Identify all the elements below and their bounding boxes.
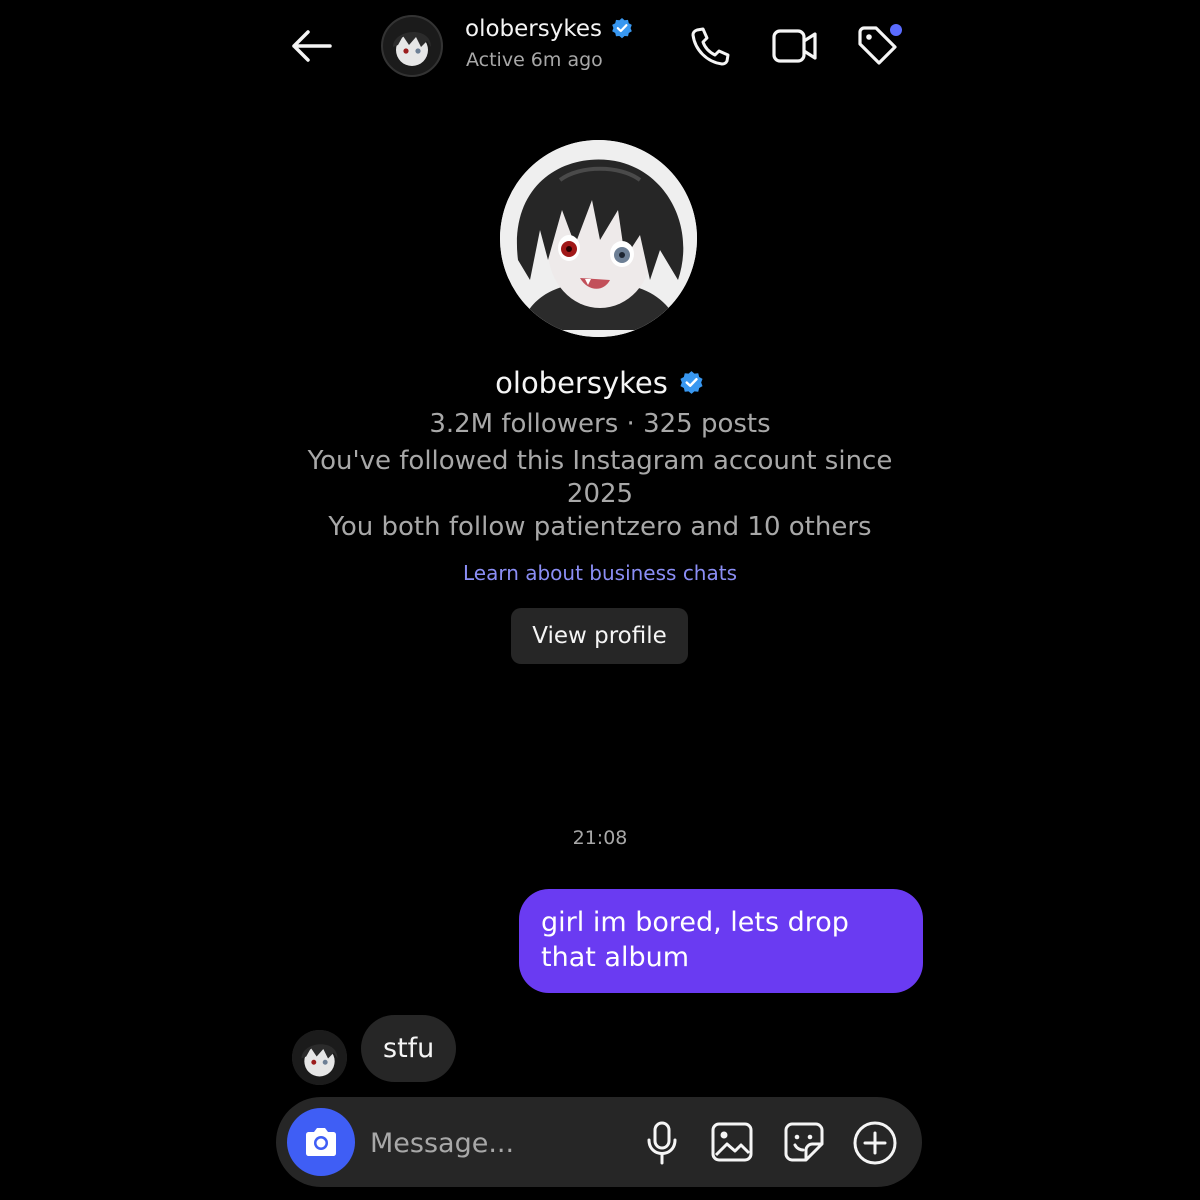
profile-stats: 3.2M followers · 325 posts (429, 409, 771, 439)
sticker-button[interactable] (782, 1120, 826, 1164)
tag-button[interactable] (855, 22, 907, 68)
mutual-followers: You both follow patientzero and 10 other… (328, 512, 872, 542)
microphone-icon (647, 1121, 677, 1165)
header-status: Active 6m ago (466, 49, 603, 71)
sticker-icon (784, 1122, 824, 1162)
received-message-bubble[interactable]: stfu (361, 1015, 457, 1082)
camera-button[interactable] (287, 1108, 355, 1176)
avatar-illustration (383, 17, 441, 75)
video-call-button[interactable] (770, 24, 820, 68)
phone-icon (691, 27, 730, 66)
plus-icon (853, 1121, 897, 1165)
message-input[interactable] (368, 1118, 622, 1168)
tag-icon (858, 24, 902, 65)
notification-dot (890, 24, 902, 36)
verified-badge-icon (680, 370, 703, 394)
sent-message-text: girl im bored, lets drop that album (541, 907, 849, 973)
gallery-button[interactable] (710, 1120, 754, 1164)
header-avatar[interactable] (381, 15, 443, 77)
call-button[interactable] (688, 24, 732, 68)
sender-avatar[interactable] (292, 1030, 347, 1085)
voice-message-button[interactable] (643, 1120, 681, 1166)
gallery-icon (711, 1122, 753, 1162)
followed-since: You've followed this Instagram account s… (307, 446, 893, 509)
camera-icon (306, 1128, 336, 1156)
received-message-text: stfu (383, 1033, 435, 1064)
more-options-button[interactable] (852, 1120, 898, 1166)
profile-username-text: olobersykes (495, 366, 668, 400)
message-timestamp: 21:08 (572, 827, 628, 849)
profile-avatar-illustration (500, 140, 697, 337)
learn-business-chats-link[interactable]: Learn about business chats (0, 561, 1200, 585)
header-username-text: olobersykes (465, 16, 602, 42)
verified-badge-icon (612, 18, 632, 39)
profile-username: olobersykes (0, 366, 1200, 400)
header-username[interactable]: olobersykes (465, 16, 634, 42)
sent-message-bubble[interactable]: girl im bored, lets drop that album (519, 889, 923, 993)
back-button[interactable] (286, 26, 336, 66)
back-arrow-icon (292, 30, 332, 62)
view-profile-button[interactable]: View profile (511, 608, 688, 664)
avatar-illustration (292, 1030, 347, 1085)
profile-avatar[interactable] (500, 140, 697, 337)
video-camera-icon (772, 29, 817, 63)
